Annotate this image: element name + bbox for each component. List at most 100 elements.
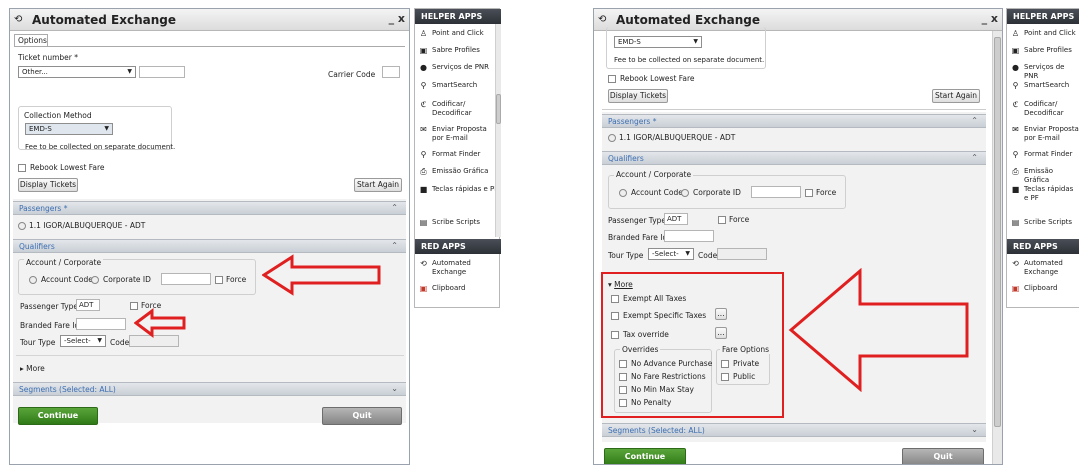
helper-item-enviar-proposta[interactable]: ✉ Enviar Proposta por E-mail	[415, 125, 499, 143]
helper-item-smartsearch[interactable]: ⚲ SmartSearch	[415, 81, 499, 90]
red-item-automated-exchange[interactable]: ⟲ Automated Exchange	[1007, 259, 1079, 277]
rebook-checkbox[interactable]	[608, 75, 616, 83]
collapse-icon[interactable]: ⌃	[391, 203, 398, 212]
qualifiers-header[interactable]: Qualifiers ⌃	[602, 151, 986, 165]
tour-type-select[interactable]: -Select- ▼	[648, 248, 694, 260]
helper-item-point-click[interactable]: ♙ Point and Click	[1007, 29, 1079, 38]
exchange-icon: ⟲	[14, 14, 23, 25]
collapse-icon[interactable]: ⌃	[391, 241, 398, 250]
main-scrollbar[interactable]	[992, 31, 1002, 464]
force-label: Force	[226, 275, 247, 284]
force-checkbox[interactable]	[805, 189, 813, 197]
item-label: Automated Exchange	[1024, 259, 1063, 276]
helper-item-smartsearch[interactable]: ⚲ SmartSearch	[1007, 81, 1079, 90]
helper-item-point-click[interactable]: ♙ Point and Click	[415, 29, 499, 38]
helper-item-enviar-proposta[interactable]: ✉ Enviar Proposta por E-mail	[1007, 125, 1079, 143]
passenger-type-input[interactable]: ADT	[76, 299, 100, 311]
continue-button[interactable]: Continue	[18, 407, 98, 425]
more-toggle[interactable]: ▸ More	[20, 364, 45, 373]
passenger-radio[interactable]	[608, 134, 616, 142]
collection-note: Fee to be collected on separate document…	[614, 56, 765, 64]
passenger-radio[interactable]	[18, 222, 26, 230]
passengers-header[interactable]: Passengers * ⌃	[602, 114, 986, 128]
account-code-radio[interactable]	[619, 189, 627, 197]
branded-fare-label: Branded Fare Id	[608, 233, 668, 242]
code-input[interactable]	[717, 248, 767, 260]
search-icon: ⚲	[1012, 81, 1019, 90]
scroll-thumb[interactable]	[994, 37, 1001, 427]
helper-item-codificar[interactable]: ℭ Codificar/ Decodificar	[415, 100, 499, 118]
helper-item-scribe-scripts[interactable]: ▤ Scribe Scripts	[415, 218, 499, 227]
rebook-label: Rebook Lowest Fare	[30, 163, 105, 172]
select-value: -Select-	[64, 337, 91, 345]
red-item-automated-exchange[interactable]: ⟲ Automated Exchange	[415, 259, 499, 277]
red-item-clipboard[interactable]: ▣ Clipboard	[415, 284, 499, 293]
corporate-id-radio[interactable]	[681, 189, 689, 197]
corporate-id-radio[interactable]	[91, 276, 99, 284]
force-label: Force	[816, 188, 837, 197]
helper-item-servicos-pnr[interactable]: ● Serviços de PNR	[415, 63, 499, 72]
display-tickets-button[interactable]: Display Tickets	[608, 89, 668, 103]
helper-scrollbar[interactable]	[495, 24, 501, 237]
select-value: EMD-S	[29, 125, 52, 133]
collapse-icon[interactable]: ⌃	[971, 116, 978, 125]
passenger-type-label: Passenger Type	[20, 302, 79, 311]
force-checkbox[interactable]	[215, 276, 223, 284]
window-controls[interactable]: _ x	[389, 12, 405, 25]
continue-button[interactable]: Continue	[604, 448, 686, 464]
quit-button[interactable]: Quit	[322, 407, 402, 425]
window-controls[interactable]: _ x	[982, 12, 998, 25]
helper-item-teclas-rapidas[interactable]: ■ Teclas rápidas e PF	[1007, 185, 1079, 203]
helper-item-emissao-grafica[interactable]: ⎙ Emissão Gráfica	[415, 167, 499, 176]
helper-item-sabre-profiles[interactable]: ▣ Sabre Profiles	[1007, 46, 1079, 55]
helper-item-sabre-profiles[interactable]: ▣ Sabre Profiles	[415, 46, 499, 55]
ticket-number-input[interactable]	[139, 66, 185, 78]
account-code-radio[interactable]	[29, 276, 37, 284]
item-label: Clipboard	[432, 284, 466, 292]
red-item-clipboard[interactable]: ▣ Clipboard	[1007, 284, 1079, 293]
expand-icon[interactable]: ⌄	[971, 425, 978, 434]
passenger-type-input[interactable]: ADT	[664, 213, 688, 225]
section-title: Segments (Selected: ALL)	[19, 385, 116, 394]
annotation-arrow-1	[262, 254, 381, 296]
translate-icon: ℭ	[420, 100, 427, 109]
circle-icon: ●	[420, 63, 427, 72]
section-title: Passengers *	[608, 117, 657, 126]
display-tickets-button[interactable]: Display Tickets	[18, 178, 78, 192]
helper-item-teclas-rapidas[interactable]: ■ Teclas rápidas e PF	[415, 185, 499, 194]
options-tab[interactable]: Options	[14, 34, 48, 46]
helper-item-format-finder[interactable]: ⚲ Format Finder	[415, 150, 499, 159]
account-code-input[interactable]	[751, 186, 801, 198]
item-label: Emissão Gráfica	[432, 167, 489, 175]
segments-header[interactable]: Segments (Selected: ALL) ⌄	[602, 423, 986, 437]
branded-fare-input[interactable]	[664, 230, 714, 242]
scroll-thumb[interactable]	[496, 94, 501, 124]
clipboard-icon: ▣	[1011, 284, 1020, 293]
helper-item-servicos-pnr[interactable]: ● Serviços de PNR	[1007, 63, 1079, 81]
expand-icon[interactable]: ⌄	[391, 384, 398, 393]
account-code-input[interactable]	[161, 273, 211, 285]
account-code-label: Account Code	[631, 188, 683, 197]
segments-header[interactable]: Segments (Selected: ALL) ⌄	[13, 382, 406, 396]
force2-checkbox[interactable]	[718, 216, 726, 224]
helper-item-scribe-scripts[interactable]: ▤ Scribe Scripts	[1007, 218, 1079, 227]
tour-type-select[interactable]: -Select- ▼	[60, 335, 106, 347]
qualifiers-header[interactable]: Qualifiers ⌃	[13, 239, 406, 253]
collection-method-select[interactable]: EMD-S ▼	[614, 36, 702, 48]
passengers-header[interactable]: Passengers * ⌃	[13, 201, 406, 215]
rebook-checkbox[interactable]	[18, 164, 26, 172]
branded-fare-input[interactable]	[76, 318, 126, 330]
exchange-icon: ⟲	[598, 14, 607, 25]
ticket-number-select[interactable]: Other... ▼	[18, 66, 136, 78]
collapse-icon[interactable]: ⌃	[971, 153, 978, 162]
quit-button[interactable]: Quit	[902, 448, 984, 464]
carrier-code-input[interactable]	[382, 66, 400, 78]
helper-item-format-finder[interactable]: ⚲ Format Finder	[1007, 150, 1079, 159]
start-again-button[interactable]: Start Again	[354, 178, 402, 192]
helper-item-codificar[interactable]: ℭ Codificar/ Decodificar	[1007, 100, 1079, 118]
annotation-box-more	[601, 272, 784, 418]
helper-item-emissao-grafica[interactable]: ⎙ Emissão Gráfica	[1007, 167, 1079, 185]
start-again-button[interactable]: Start Again	[932, 89, 980, 103]
collection-method-select[interactable]: EMD-S ▼	[25, 123, 113, 135]
collection-note: Fee to be collected on separate document…	[25, 143, 176, 151]
